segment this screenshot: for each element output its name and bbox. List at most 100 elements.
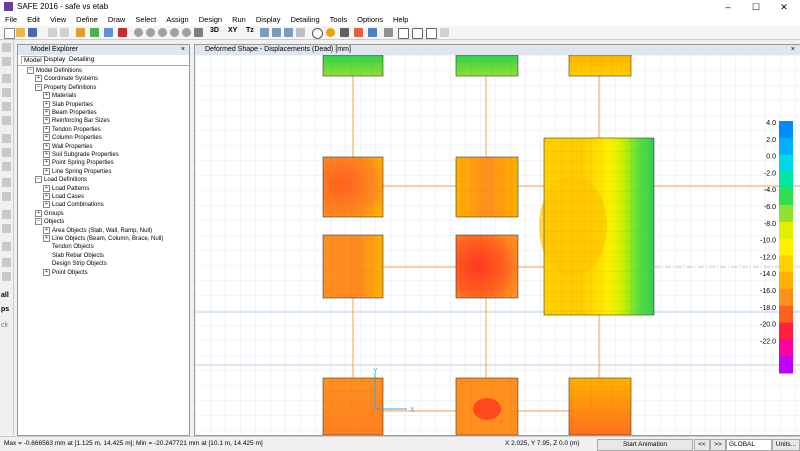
draw-slab-icon[interactable] <box>2 74 11 83</box>
draw-rectangle-icon[interactable] <box>2 88 11 97</box>
collapse-icon[interactable]: − <box>35 218 42 226</box>
view-xy-button[interactable]: XY <box>228 27 237 34</box>
tree-node[interactable]: + Coordinate Systems <box>35 75 98 83</box>
expand-icon[interactable]: + <box>43 201 50 209</box>
rotate-icon[interactable] <box>260 28 269 37</box>
maximize-button[interactable]: ☐ <box>742 0 770 14</box>
checkmark-icon[interactable] <box>296 28 305 37</box>
undeformed-shape-icon[interactable] <box>312 28 323 39</box>
tree-node[interactable]: + Materials <box>43 92 76 100</box>
reactions-icon[interactable] <box>340 28 349 37</box>
tree-node[interactable]: + Tendon Properties <box>43 125 101 134</box>
units-button[interactable]: Units... <box>772 439 800 451</box>
coordinate-system-select[interactable]: GLOBAL <box>726 439 772 451</box>
select-grid-icon[interactable] <box>2 258 11 267</box>
select-frame-icon[interactable] <box>2 272 11 281</box>
tree-node[interactable]: Slab Rebar Objects <box>43 252 104 260</box>
new-file-icon[interactable] <box>4 28 15 39</box>
slab-panel-top-mid[interactable] <box>455 55 519 77</box>
slab-panel-lower-left[interactable] <box>322 234 384 299</box>
menu-view[interactable]: View <box>45 14 71 26</box>
strip-forces-icon[interactable] <box>368 28 377 37</box>
expand-icon[interactable]: + <box>43 167 50 175</box>
expand-icon[interactable]: + <box>43 134 50 142</box>
menu-help[interactable]: Help <box>388 14 413 26</box>
set-display-icon[interactable] <box>426 28 437 39</box>
slab-panel-upper-left[interactable] <box>322 156 384 218</box>
pencil-icon[interactable] <box>76 28 85 37</box>
menu-define[interactable]: Define <box>71 14 103 26</box>
slab-panel-bottom-left[interactable] <box>322 377 384 435</box>
tree-node[interactable]: + Reinforcing Bar Sizes <box>43 117 110 125</box>
select-all-button[interactable]: all <box>1 292 9 299</box>
snap-icon[interactable] <box>2 224 11 233</box>
close-viewport-button[interactable]: × <box>791 45 795 55</box>
tree-node[interactable]: + Point Objects <box>43 268 88 277</box>
previous-step-button[interactable]: << <box>694 439 710 451</box>
collapse-icon[interactable]: − <box>35 176 42 184</box>
tree-node[interactable]: − Model Definitions <box>27 67 82 75</box>
draw-point-icon[interactable] <box>2 102 11 111</box>
tree-node[interactable]: + Slab Properties <box>43 100 93 109</box>
start-animation-button[interactable]: Start Animation <box>597 439 693 451</box>
expand-icon[interactable]: + <box>43 159 50 167</box>
draw-tendon-icon[interactable] <box>2 162 11 171</box>
slab-panel-top-right[interactable] <box>568 55 632 77</box>
more-tools-icon[interactable] <box>440 28 449 37</box>
expand-icon[interactable]: + <box>43 117 50 125</box>
expand-icon[interactable]: + <box>43 193 50 200</box>
tree-node[interactable]: − Objects <box>35 218 64 226</box>
redo-icon[interactable] <box>60 28 69 37</box>
expand-icon[interactable]: + <box>43 125 50 133</box>
tree-node[interactable]: − Load Definitions <box>35 176 87 184</box>
expand-icon[interactable]: + <box>35 75 42 83</box>
deformed-shape-icon[interactable] <box>326 28 335 37</box>
zoom-out-icon[interactable] <box>158 28 167 37</box>
model-canvas[interactable]: Y X 4.0 2.0 0.0 -2.0 -4.0 -6.0 -8.0 -10.0 -12.0 -… <box>195 55 800 435</box>
collapse-icon[interactable]: − <box>27 67 34 74</box>
tree-node[interactable]: + Soil Subgrade Properties <box>43 151 119 159</box>
perspective-icon[interactable] <box>272 28 281 37</box>
display-options-icon[interactable] <box>398 28 409 39</box>
view-tz-button[interactable]: Tz <box>246 27 254 34</box>
menu-tools[interactable]: Tools <box>325 14 353 26</box>
tree-node[interactable]: + Column Properties <box>43 134 102 142</box>
close-explorer-button[interactable]: × <box>181 45 185 55</box>
menu-options[interactable]: Options <box>352 14 388 26</box>
forces-icon[interactable] <box>354 28 363 37</box>
expand-icon[interactable]: + <box>43 184 50 192</box>
expand-icon[interactable]: + <box>43 268 50 276</box>
tree-node[interactable]: Tendon Objects <box>43 243 94 251</box>
menu-select[interactable]: Select <box>130 14 161 26</box>
expand-icon[interactable]: + <box>43 235 50 242</box>
tree-node[interactable]: − Property Definitions <box>35 83 96 92</box>
menu-design[interactable]: Design <box>194 14 227 26</box>
dimension-icon[interactable] <box>2 210 11 219</box>
collapse-icon[interactable]: − <box>35 83 42 91</box>
tree-node[interactable]: + Line Spring Properties <box>43 167 111 176</box>
slab-panel-lower-mid[interactable] <box>455 234 519 299</box>
tree-node[interactable]: + Wall Properties <box>43 142 92 151</box>
refresh-icon[interactable] <box>118 28 127 37</box>
grid-view-icon[interactable] <box>284 28 293 37</box>
tree-node[interactable]: + Area Objects (Slab, Wall, Ramp, Null) <box>43 226 152 235</box>
slab-forces-icon[interactable] <box>384 28 393 37</box>
pan-icon[interactable] <box>194 28 203 37</box>
tree-node[interactable]: + Groups <box>35 209 64 218</box>
tree-node[interactable]: + Load Patterns <box>43 184 89 193</box>
draw-column-icon[interactable] <box>2 148 11 157</box>
next-step-button[interactable]: >> <box>710 439 726 451</box>
previous-selection-button[interactable]: ps <box>1 306 9 313</box>
clear-selection-button[interactable]: clr <box>1 322 8 329</box>
expand-icon[interactable]: + <box>43 100 50 108</box>
menu-edit[interactable]: Edit <box>22 14 45 26</box>
menu-assign[interactable]: Assign <box>161 14 194 26</box>
table-icon[interactable] <box>412 28 423 39</box>
tab-display[interactable]: Display <box>42 56 67 63</box>
draw-wall-icon[interactable] <box>2 116 11 125</box>
menu-file[interactable]: File <box>0 14 22 26</box>
expand-icon[interactable]: + <box>43 109 50 116</box>
tab-detailing[interactable]: Detailing <box>67 56 96 63</box>
lock-icon[interactable] <box>104 28 113 37</box>
slab-panel-large-right[interactable] <box>539 137 655 316</box>
